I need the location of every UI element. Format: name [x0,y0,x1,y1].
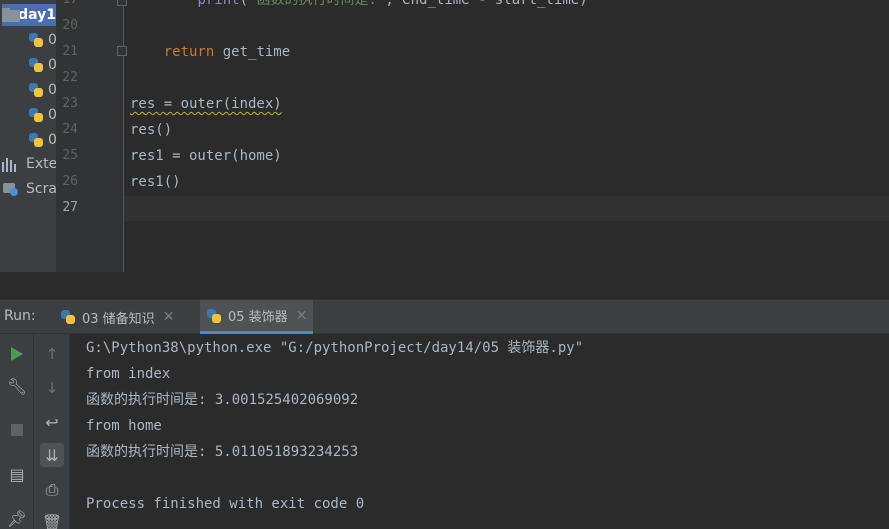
project-file-item[interactable]: 0 [28,79,56,101]
scratches-icon [2,181,20,197]
layout-icon: ▤ [9,464,25,484]
run-toolbar-left: 🔧︎ ▤ 📌︎ [0,334,34,529]
project-file-label: 0 [48,107,56,123]
code-token: print [197,0,240,8]
console-line: from index [86,366,171,382]
wrench-icon: 🔧︎ [6,376,28,396]
run-tab-label: 05 装饰器 [228,310,288,325]
gutter-separator [123,0,124,272]
code-token: res1 = outer(home) [130,148,282,164]
line-number: 26 [62,174,78,189]
print-icon: ⎙ [45,480,59,499]
line-number: 22 [62,70,78,85]
line-number: 24 [62,122,78,137]
external-libraries-label: Exte [26,156,56,172]
project-file-item[interactable]: 0 [28,104,56,126]
folder-icon [2,8,21,22]
console-line: 函数的执行时间是: 5.011051893234253 [86,444,359,460]
scroll-to-end-button[interactable]: ⇊ [40,443,64,467]
project-file-label: 0 [48,132,56,148]
fold-marker-icon[interactable] [117,0,127,6]
code-token: res1() [130,174,181,190]
down-stack-button[interactable]: ↓ [40,376,64,400]
python-file-icon [28,132,44,148]
run-console-output[interactable]: G:\Python38\python.exe "G:/pythonProject… [70,334,889,529]
stop-button[interactable] [5,418,29,442]
run-label: Run: [4,308,36,324]
code-token: res() [130,122,173,138]
scratches-label: Scra [26,181,56,197]
python-file-icon [60,309,76,325]
play-icon [11,347,23,361]
soft-wrap-icon: ↩ [45,412,59,432]
line-number: 23 [62,96,78,111]
up-stack-button[interactable]: ↑ [40,342,64,366]
scratches-item[interactable]: Scra [2,178,56,200]
project-root-folder[interactable]: day1 [2,4,56,26]
code-token: '函数的执行时间是:' [248,0,386,8]
trash-icon: 🗑︎ [41,512,63,529]
rerun-button[interactable] [5,342,29,366]
scroll-to-end-icon: ⇊ [45,445,59,465]
clear-all-button[interactable]: 🗑︎ [40,510,64,529]
run-tab-label: 03 储备知识 [82,311,155,327]
print-button[interactable]: ⎙ [40,478,64,502]
code-editor[interactable]: print('函数的执行时间是:', end_time - start_time… [56,0,889,272]
console-line: 函数的执行时间是: 3.001525402069092 [86,392,359,408]
soft-wrap-button[interactable]: ↩ [40,410,64,434]
run-toolbar-right: ↑ ↓ ↩ ⇊ ⎙ 🗑︎ [34,334,70,529]
project-file-item[interactable]: 0 [28,29,56,51]
current-line-highlight [56,196,889,221]
code-line: return get_time [130,39,290,65]
code-line: res1 = outer(home) [130,143,282,169]
code-token: get_time [214,44,291,60]
code-token: return [163,44,215,60]
run-tab-03[interactable]: 03 储备知识 ✕ [54,300,180,334]
project-file-label: 0 [48,57,56,73]
python-file-icon [28,82,44,98]
line-number: 17 [56,0,78,13]
run-tab-05[interactable]: 05 装饰器 ✕ [200,300,314,334]
down-arrow-icon: ↓ [45,379,59,397]
close-icon[interactable]: ✕ [296,308,308,324]
external-libraries-item[interactable]: Exte [2,153,56,175]
line-number: 27 [62,200,78,215]
pin-icon: 📌︎ [6,508,28,528]
console-line: Process finished with exit code 0 [86,496,365,512]
project-file-label: 0 [48,82,56,98]
pin-tab-button[interactable]: 📌︎ [5,506,29,529]
console-line: G:\Python38\python.exe "G:/pythonProject… [86,340,584,356]
code-line: print('函数的执行时间是:', end_time - start_time… [130,0,588,13]
project-root-label: day1 [18,7,56,23]
project-file-item[interactable]: 0 [28,54,56,76]
python-file-icon [28,57,44,73]
code-token: res = outer(index) [130,96,282,112]
stop-icon [11,424,23,436]
python-file-icon [28,32,44,48]
python-file-icon [206,308,222,324]
code-token: , end_time - start_time) [385,0,588,8]
code-line: res1() [130,169,181,195]
console-line: from home [86,418,162,434]
project-file-item[interactable]: 0 [28,129,56,151]
line-number: 20 [62,18,78,33]
code-line: res() [130,117,172,143]
code-line: res = outer(index) [130,91,282,117]
line-number: 25 [62,148,78,163]
up-arrow-icon: ↑ [45,345,59,363]
fold-marker-icon[interactable] [117,46,127,56]
editor-bottom-area [0,272,889,300]
python-file-icon [28,107,44,123]
library-bars-icon [2,156,20,172]
edit-configuration-button[interactable]: 🔧︎ [5,374,29,398]
line-number: 21 [62,44,78,59]
close-icon[interactable]: ✕ [163,309,175,325]
layout-button[interactable]: ▤ [5,462,29,486]
project-sidebar: day1 0 0 0 0 0 Exte Scra [0,0,56,300]
code-token: ( [239,0,249,8]
project-file-label: 0 [48,32,56,48]
run-panel-header: Run: 03 储备知识 ✕ 05 装饰器 ✕ [0,300,889,334]
